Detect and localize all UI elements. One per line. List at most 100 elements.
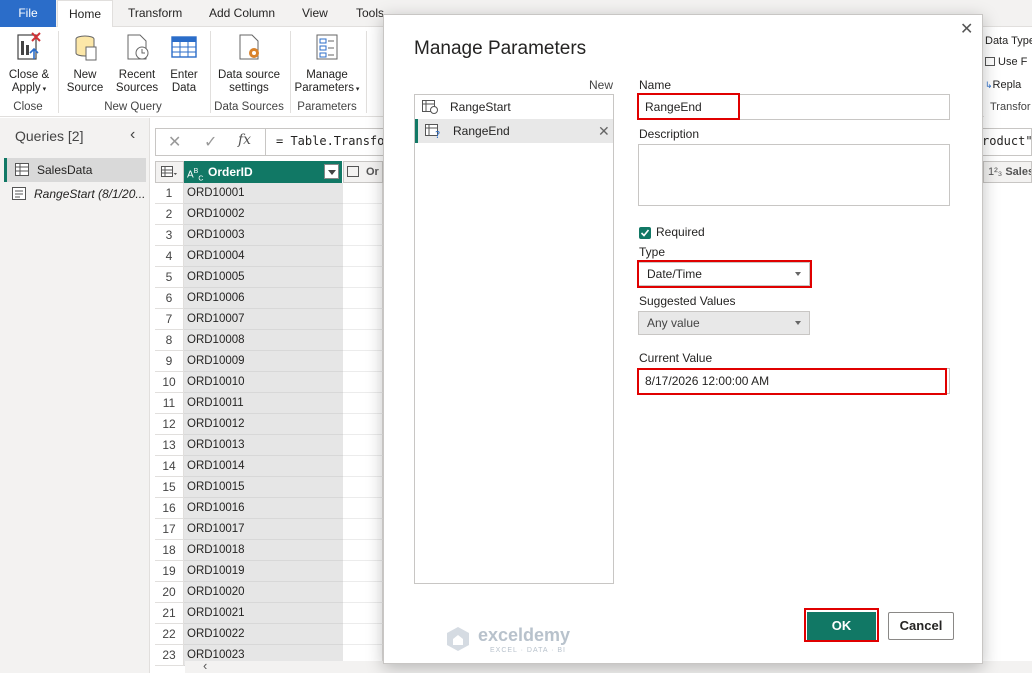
table-row[interactable]: 18 ORD10018 [155,540,383,561]
empty-cell[interactable] [343,309,383,330]
table-menu-icon[interactable] [155,161,184,183]
table-row[interactable]: 10 ORD10010 [155,372,383,393]
tab-tools[interactable]: Tools [356,0,384,27]
orderid-cell[interactable]: ORD10007 [184,309,343,330]
orderid-cell[interactable]: ORD10008 [184,330,343,351]
table-row[interactable]: 16 ORD10016 [155,498,383,519]
orderid-cell[interactable]: ORD10006 [184,288,343,309]
orderid-cell[interactable]: ORD10021 [184,603,343,624]
current-value-input[interactable]: 8/17/2026 12:00:00 AM [638,368,950,394]
empty-cell[interactable] [343,456,383,477]
new-parameter-link[interactable]: New [589,78,613,92]
tab-transform[interactable]: Transform [128,0,182,27]
close-icon[interactable]: ✕ [960,19,973,39]
empty-cell[interactable] [343,582,383,603]
column-header-sales[interactable]: 1²₃ Sales [983,161,1032,183]
empty-cell[interactable] [343,288,383,309]
orderid-cell[interactable]: ORD10005 [184,267,343,288]
table-row[interactable]: 21 ORD10021 [155,603,383,624]
collapse-chevron-icon[interactable]: ‹ [130,126,135,144]
check-icon[interactable]: ✓ [204,132,217,152]
empty-cell[interactable] [343,414,383,435]
empty-cell[interactable] [343,624,383,645]
table-row[interactable]: 7 ORD10007 [155,309,383,330]
orderid-cell[interactable]: ORD10015 [184,477,343,498]
replace-values-button[interactable]: ↳Repla [985,79,1021,91]
empty-cell[interactable] [343,183,383,204]
new-source-button[interactable]: New Source [62,31,108,95]
orderid-cell[interactable]: ORD10010 [184,372,343,393]
orderid-cell[interactable]: ORD10001 [184,183,343,204]
orderid-cell[interactable]: ORD10017 [184,519,343,540]
table-row[interactable]: 11 ORD10011 [155,393,383,414]
orderid-cell[interactable]: ORD10014 [184,456,343,477]
fx-icon[interactable]: fx [238,132,251,148]
empty-cell[interactable] [343,561,383,582]
data-type-button[interactable]: Data Type [985,35,1032,47]
tab-file[interactable]: File [0,0,56,27]
orderid-cell[interactable]: ORD10020 [184,582,343,603]
empty-cell[interactable] [343,204,383,225]
query-item-salesdata[interactable]: SalesData [4,158,146,182]
table-row[interactable]: 19 ORD10019 [155,561,383,582]
orderid-cell[interactable]: ORD10016 [184,498,343,519]
empty-cell[interactable] [343,540,383,561]
formula-text[interactable]: = Table.Transfor [276,134,392,148]
tab-home[interactable]: Home [57,0,113,28]
orderid-cell[interactable]: ORD10019 [184,561,343,582]
table-row[interactable]: 14 ORD10014 [155,456,383,477]
empty-cell[interactable] [343,393,383,414]
orderid-cell[interactable]: ORD10012 [184,414,343,435]
empty-cell[interactable] [343,603,383,624]
table-row[interactable]: 3 ORD10003 [155,225,383,246]
orderid-cell[interactable]: ORD10018 [184,540,343,561]
empty-cell[interactable] [343,519,383,540]
empty-cell[interactable] [343,267,383,288]
query-item-rangestart[interactable]: RangeStart (8/1/20... [4,182,146,206]
empty-cell[interactable] [343,372,383,393]
table-row[interactable]: 22 ORD10022 [155,624,383,645]
table-row[interactable]: 2 ORD10002 [155,204,383,225]
required-checkbox[interactable] [639,227,651,239]
manage-parameters-button[interactable]: Manage Parameters ▾ [294,31,360,96]
tab-view[interactable]: View [302,0,328,27]
data-source-settings-button[interactable]: Data source settings [214,31,284,95]
table-row[interactable]: 6 ORD10006 [155,288,383,309]
tab-add-column[interactable]: Add Column [209,0,275,27]
table-row[interactable]: 17 ORD10017 [155,519,383,540]
table-row[interactable]: 12 ORD10012 [155,414,383,435]
description-textarea[interactable] [638,144,950,206]
parameter-item-rangestart[interactable]: RangeStart [415,95,613,119]
empty-cell[interactable] [343,498,383,519]
orderid-cell[interactable]: ORD10011 [184,393,343,414]
column-header-orderid[interactable]: ABC OrderID [184,161,342,183]
orderid-cell[interactable]: ORD10002 [184,204,343,225]
parameter-item-rangeend[interactable]: ? RangeEnd ✕ [415,119,613,143]
ok-button[interactable]: OK [807,612,876,640]
column-header-2[interactable]: Or [343,161,383,183]
close-apply-button[interactable]: Close & Apply ▾ [6,31,52,96]
scroll-left-icon[interactable]: ‹ [203,658,207,673]
empty-cell[interactable] [343,435,383,456]
table-row[interactable]: 13 ORD10013 [155,435,383,456]
empty-cell[interactable] [343,330,383,351]
empty-cell[interactable] [343,246,383,267]
table-row[interactable]: 4 ORD10004 [155,246,383,267]
empty-cell[interactable] [343,351,383,372]
orderid-cell[interactable]: ORD10003 [184,225,343,246]
table-row[interactable]: 9 ORD10009 [155,351,383,372]
table-row[interactable]: 20 ORD10020 [155,582,383,603]
use-first-row-button[interactable]: Use F [985,56,1027,68]
suggested-values-select[interactable]: Any value [638,311,810,335]
name-input[interactable]: RangeEnd [638,94,950,120]
type-select[interactable]: Date/Time [638,262,810,286]
orderid-cell[interactable]: ORD10009 [184,351,343,372]
recent-sources-button[interactable]: Recent Sources [112,31,162,95]
cancel-button[interactable]: Cancel [888,612,954,640]
table-row[interactable]: 1 ORD10001 [155,183,383,204]
empty-cell[interactable] [343,477,383,498]
orderid-cell[interactable]: ORD10004 [184,246,343,267]
delete-parameter-icon[interactable]: ✕ [598,119,610,143]
orderid-cell[interactable]: ORD10013 [184,435,343,456]
orderid-cell[interactable]: ORD10022 [184,624,343,645]
